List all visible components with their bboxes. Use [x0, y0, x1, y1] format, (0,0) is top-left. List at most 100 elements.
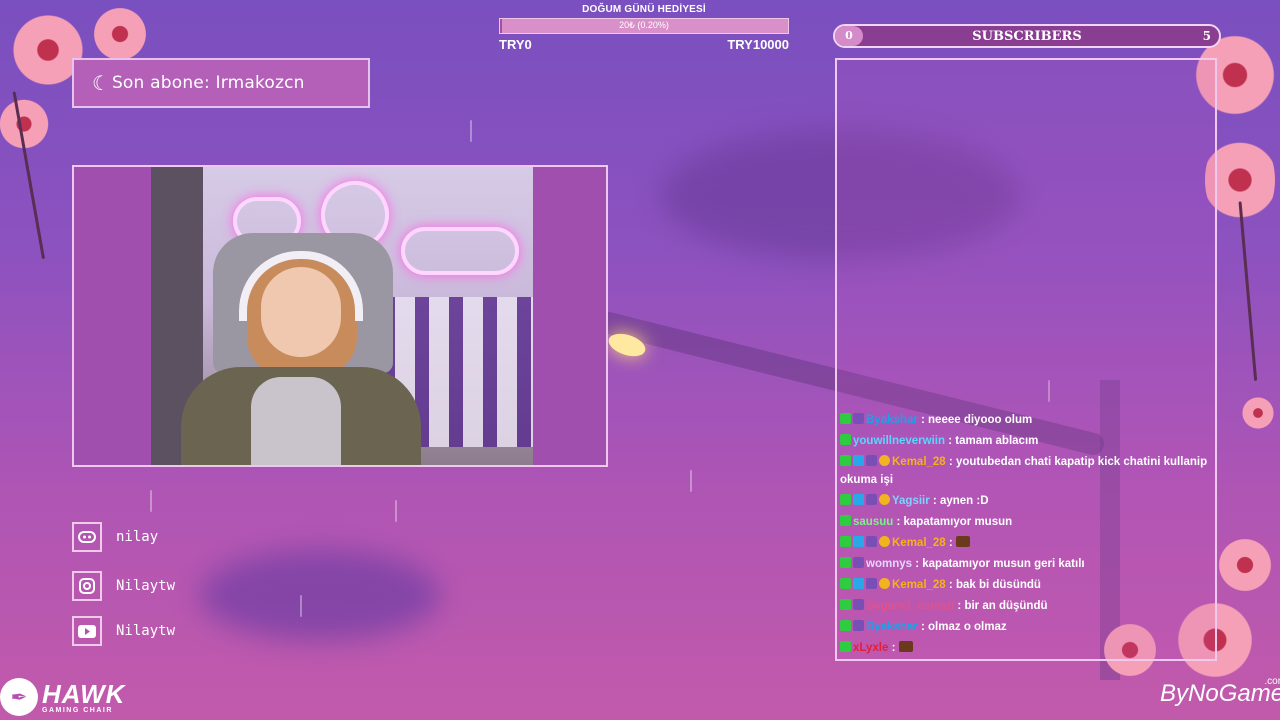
chat-text: bak bi düsündü [955, 579, 1041, 591]
kick-badge-icon [840, 641, 851, 652]
chat-username[interactable]: xLyxle [853, 642, 888, 654]
kick-badge-icon [840, 599, 851, 610]
chat-message: xLyxle : [840, 639, 1212, 657]
goal-progress-text: 20₺ (0.20%) [619, 20, 669, 30]
chat-message: Kemal_28 : youtubedan chati kapatip kick… [840, 455, 1208, 486]
chat-text: bir an düşündü [964, 600, 1048, 612]
chat-username[interactable]: sausuu [853, 516, 893, 528]
raindrop [690, 470, 692, 492]
moon-icon: ☾ [92, 71, 110, 95]
gem-badge-icon [853, 455, 864, 466]
goal-start-amount: TRY0 [499, 37, 532, 52]
subscribers-label: SUBSCRIBERS [972, 29, 1082, 44]
goal-title: DOĞUM GÜNÜ HEDİYESİ [582, 4, 706, 15]
goal-end-amount: TRY10000 [727, 37, 789, 52]
chat-message: Kemal_28 : bak bi düsündü [840, 576, 1212, 594]
cup-badge-icon [866, 494, 877, 505]
social-discord[interactable]: nilay [72, 522, 158, 552]
flower-decoration [1215, 535, 1275, 595]
social-name: Nilaytw [116, 578, 176, 594]
chat-text: kapatamıyor musun [903, 516, 1013, 528]
chat-username[interactable]: Kemal_28 [892, 537, 946, 549]
social-name: Nilaytw [116, 623, 176, 639]
kick-badge-icon [840, 536, 851, 547]
bynogame-logo-text: ByNoGame [1160, 680, 1280, 707]
social-instagram[interactable]: Nilaytw [72, 571, 175, 601]
bynogame-logo-com: .com [1264, 676, 1280, 687]
cup-badge-icon [853, 620, 864, 631]
raindrop [470, 120, 472, 142]
cup-badge-icon [866, 455, 877, 466]
discord-icon [72, 522, 102, 552]
chat-message: youwillneverwiin : tamam ablacım [840, 432, 1212, 450]
kick-badge-icon [840, 578, 851, 589]
emote-icon [898, 641, 913, 652]
kick-badge-icon [840, 557, 851, 568]
coin-badge-icon [879, 455, 890, 466]
subscribers-target: 5 [1202, 29, 1211, 43]
kick-badge-icon [840, 494, 851, 505]
chat-text: neeee diyooo olum [928, 414, 1033, 426]
chat-username[interactable]: Byakshar [866, 621, 918, 633]
raindrop [150, 490, 152, 512]
cloud-bottom [200, 550, 440, 640]
bynogame-logo: ByNoGame .com [1160, 676, 1280, 708]
subscribers-goal-bar: 0 SUBSCRIBERS 5 [833, 24, 1221, 48]
instagram-icon [72, 571, 102, 601]
coin-badge-icon [879, 494, 890, 505]
neon-light [401, 227, 519, 275]
last-subscriber-text: Son abone: Irmakozcn [111, 73, 305, 93]
coin-badge-icon [879, 578, 890, 589]
hawk-logo: ✒ HAWK GAMING CHAIR [0, 678, 125, 716]
gem-badge-icon [853, 536, 864, 547]
chat-username[interactable]: youwillneverwiin [853, 435, 945, 447]
webcam-frame [72, 165, 608, 467]
kick-badge-icon [840, 434, 851, 445]
chat-message: Byakshar : neeee diyooo olum [840, 411, 1212, 429]
kick-badge-icon [840, 455, 851, 466]
chat-message: sausuu : kapatamıyor musun [840, 513, 1212, 531]
gem-badge-icon [853, 578, 864, 589]
flower-decoration [0, 96, 52, 152]
chat-message: womnys : kapatamıyor musun geri katılı [840, 555, 1212, 573]
chat-text: kapatamıyor musun geri katılı [922, 558, 1085, 570]
chat-username[interactable]: womnys [866, 558, 912, 570]
cup-badge-icon [853, 413, 864, 424]
coin-badge-icon [879, 536, 890, 547]
flower-decoration [90, 4, 150, 64]
birthday-goal-widget: DOĞUM GÜNÜ HEDİYESİ 20₺ (0.20%) TRY0 TRY… [499, 4, 789, 52]
chat-text: tamam ablacım [955, 435, 1039, 447]
flower-decoration [1240, 395, 1276, 431]
chat-username[interactable]: Byakshar [866, 414, 918, 426]
hawk-logo-text: HAWK [42, 678, 126, 709]
cup-badge-icon [853, 599, 864, 610]
kick-badge-icon [840, 515, 851, 526]
chat-text: olmaz o olmaz [928, 621, 1007, 633]
social-youtube[interactable]: Nilaytw [72, 616, 175, 646]
chat-message: Kemal_28 : [840, 534, 1212, 552]
person-shirt [251, 377, 341, 465]
chat-message: Yagsiir : aynen :D [840, 492, 1212, 510]
feather-icon: ✒ [0, 678, 38, 716]
chat-message: Soganci_osman : bir an düşündü [840, 597, 1212, 615]
youtube-icon [72, 616, 102, 646]
cup-badge-icon [866, 536, 877, 547]
raindrop [300, 595, 302, 617]
cup-badge-icon [866, 578, 877, 589]
chat-username[interactable]: Kemal_28 [892, 579, 946, 591]
social-name: nilay [116, 529, 159, 545]
chat-username[interactable]: Soganci_osman [866, 600, 954, 612]
chat-username[interactable]: Kemal_28 [892, 456, 946, 468]
gem-badge-icon [853, 494, 864, 505]
chat-username[interactable]: Yagsiir [892, 495, 930, 507]
chat-messages: Byakshar : neeee diyooo olum youwillnever… [840, 411, 1212, 660]
webcam-feed [151, 167, 533, 465]
raindrop [395, 500, 397, 522]
last-subscriber-panel: ☾ Son abone: Irmakozcn [72, 58, 370, 108]
chat-message: Byakshar : olmaz o olmaz [840, 618, 1212, 636]
kick-badge-icon [840, 413, 851, 424]
chat-text: aynen :D [939, 495, 989, 507]
goal-progress-bar: 20₺ (0.20%) [499, 18, 789, 34]
kick-badge-icon [840, 620, 851, 631]
cup-badge-icon [853, 557, 864, 568]
